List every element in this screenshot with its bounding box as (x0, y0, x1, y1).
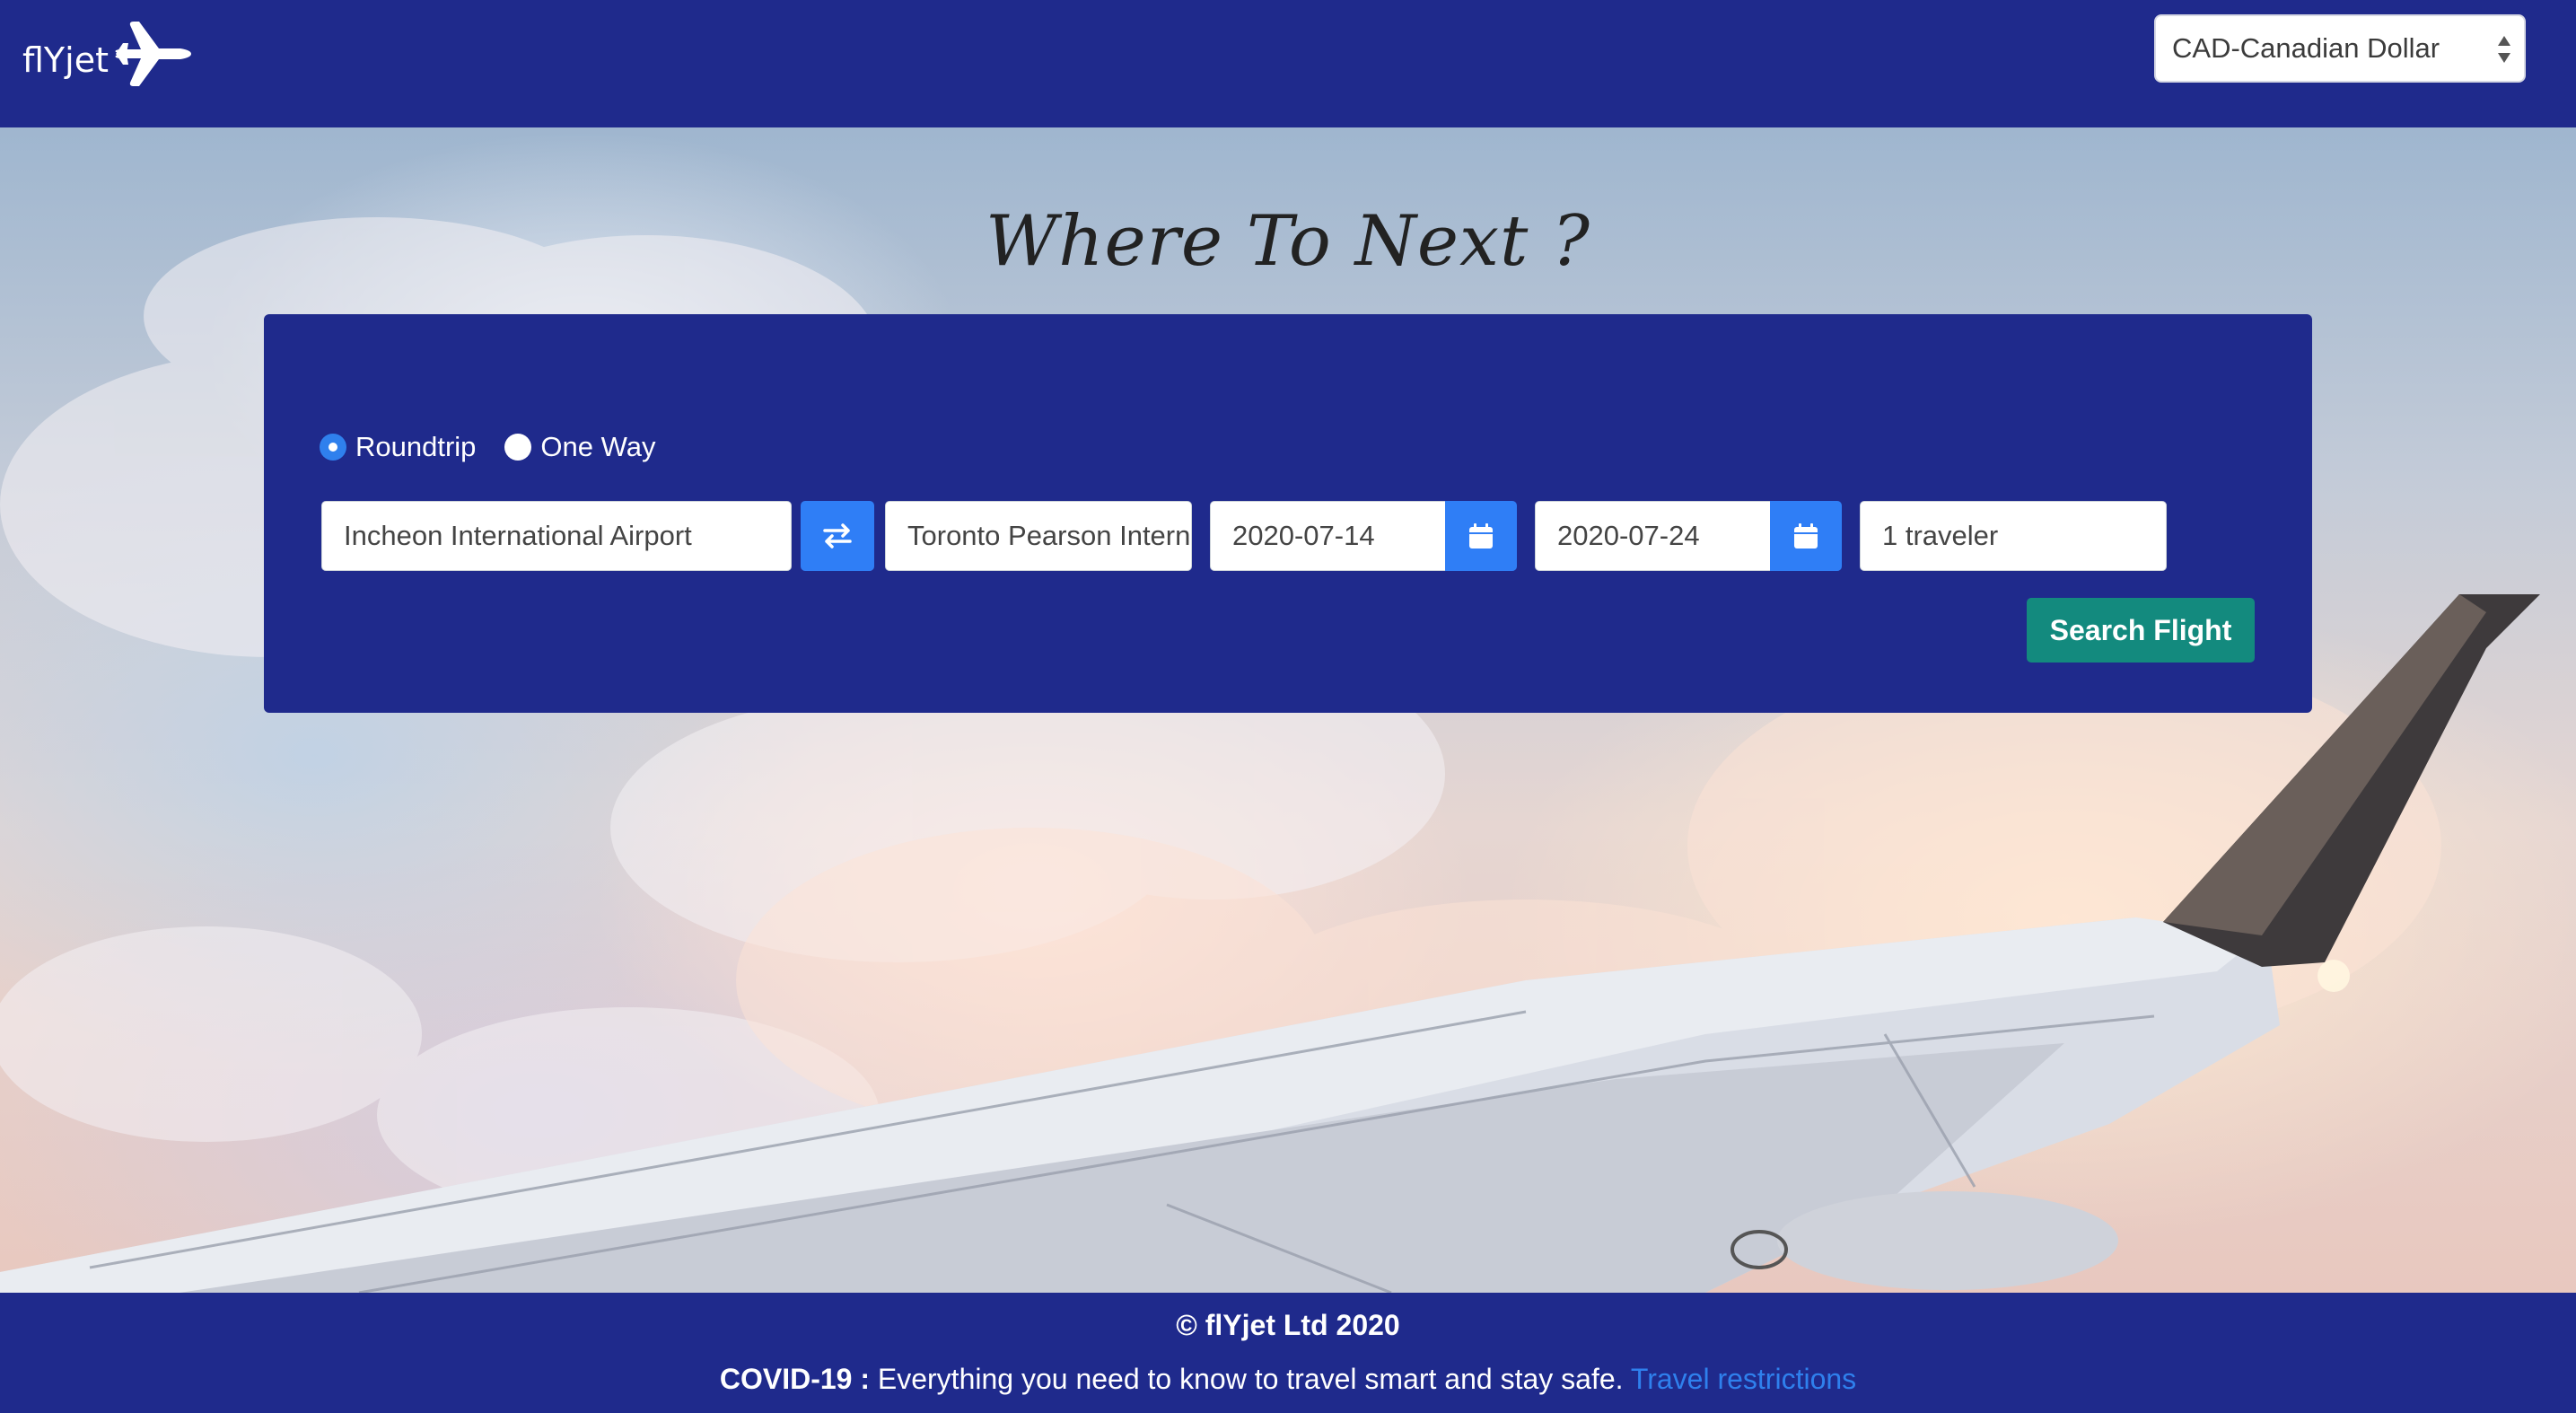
travelers-input[interactable]: 1 traveler (1860, 501, 2167, 571)
calendar-icon (1469, 523, 1493, 549)
copyright-text: © flYjet Ltd 2020 (1176, 1309, 1400, 1341)
currency-select[interactable]: CAD-Canadian Dollar (2154, 14, 2526, 83)
travel-restrictions-link[interactable]: Travel restrictions (1631, 1363, 1856, 1395)
hero-background: Where To Next ? Roundtrip One Way Incheo… (0, 127, 2576, 1293)
flight-search-panel: Roundtrip One Way Incheon International … (264, 314, 2312, 713)
roundtrip-radio[interactable] (320, 434, 346, 461)
one-way-label[interactable]: One Way (540, 431, 655, 463)
swap-airports-button[interactable] (801, 501, 874, 571)
footer: © flYjet Ltd 2020 COVID-19 : Everything … (0, 1293, 2576, 1413)
destination-input[interactable]: Toronto Pearson International Airport (885, 501, 1192, 571)
currency-selected-value: CAD-Canadian Dollar (2172, 32, 2440, 64)
swap-arrows-icon (823, 523, 852, 549)
depart-date-input[interactable]: 2020-07-14 (1210, 501, 1447, 571)
roundtrip-label[interactable]: Roundtrip (355, 431, 476, 463)
covid-text: Everything you need to know to travel sm… (869, 1363, 1631, 1395)
origin-input[interactable]: Incheon International Airport (321, 501, 792, 571)
return-date-input[interactable]: 2020-07-24 (1535, 501, 1772, 571)
depart-calendar-button[interactable] (1445, 501, 1517, 571)
brand-name: flYjet (22, 40, 109, 80)
brand-logo[interactable]: flYjet (22, 18, 191, 90)
search-flight-button[interactable]: Search Flight (2027, 598, 2255, 663)
top-navbar: flYjet CAD-Canadian Dollar (0, 0, 2576, 127)
airplane-icon (115, 22, 191, 86)
hero-title: Where To Next ? (986, 201, 1590, 282)
covid-label: COVID-19 : (719, 1363, 870, 1395)
calendar-icon (1794, 523, 1818, 549)
trip-type-radio-group: Roundtrip One Way (320, 431, 684, 463)
covid-notice: COVID-19 : Everything you need to know t… (0, 1363, 2576, 1396)
one-way-radio[interactable] (504, 434, 532, 461)
return-calendar-button[interactable] (1770, 501, 1842, 571)
select-arrows-icon (2498, 36, 2510, 63)
